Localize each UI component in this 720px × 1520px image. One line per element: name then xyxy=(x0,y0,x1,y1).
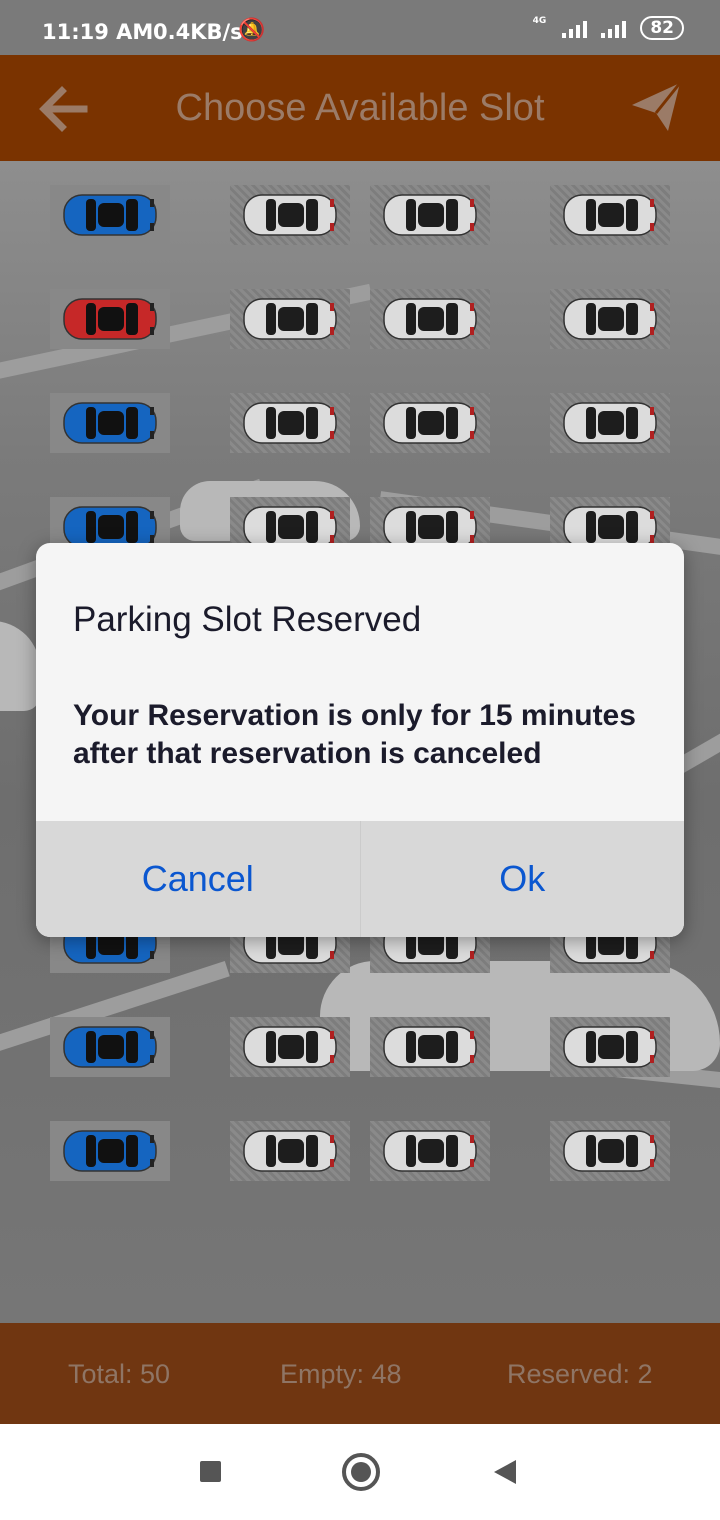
car-icon xyxy=(383,298,477,340)
send-icon[interactable] xyxy=(628,79,684,135)
slot-summary: Total: 50 Empty: 48 Reserved: 2 xyxy=(0,1323,720,1424)
signal-icon xyxy=(562,18,588,38)
car-icon xyxy=(383,402,477,444)
parking-slot[interactable] xyxy=(370,1017,490,1077)
parking-slot[interactable] xyxy=(550,185,670,245)
parking-slot[interactable] xyxy=(550,1121,670,1181)
parking-slot[interactable] xyxy=(230,393,350,453)
parking-slot[interactable] xyxy=(550,393,670,453)
parking-slot[interactable] xyxy=(50,393,170,453)
dialog-title: Parking Slot Reserved xyxy=(73,600,422,639)
square-icon[interactable] xyxy=(200,1461,221,1482)
parking-slot[interactable] xyxy=(50,1017,170,1077)
car-icon xyxy=(563,402,657,444)
network-type: 4G xyxy=(532,16,547,26)
car-icon xyxy=(563,1026,657,1068)
empty-count: Empty: 48 xyxy=(280,1359,402,1389)
parking-slot[interactable] xyxy=(370,393,490,453)
car-icon xyxy=(383,194,477,236)
dialog-message: Your Reservation is only for 15 minutes … xyxy=(73,699,636,770)
parking-slot[interactable] xyxy=(370,185,490,245)
app-bar: Choose Available Slot xyxy=(0,55,720,161)
parking-slot[interactable] xyxy=(50,1121,170,1181)
ok-button[interactable]: Ok xyxy=(360,821,684,937)
parking-slot[interactable] xyxy=(230,1017,350,1077)
car-icon xyxy=(563,1130,657,1172)
car-icon xyxy=(383,1026,477,1068)
car-icon xyxy=(243,1130,337,1172)
system-nav-bar xyxy=(0,1424,720,1520)
car-icon xyxy=(243,402,337,444)
status-time: 11:19 AM xyxy=(42,20,154,44)
parking-slot[interactable] xyxy=(370,1121,490,1181)
status-bar: 11:19 AM 0.4KB/s 🔕 4G 82 xyxy=(0,0,720,55)
parking-slot[interactable] xyxy=(230,185,350,245)
cancel-button[interactable]: Cancel xyxy=(36,821,360,937)
parking-slot[interactable] xyxy=(370,289,490,349)
car-icon xyxy=(63,298,157,340)
triangle-back-icon[interactable] xyxy=(494,1460,516,1484)
car-icon xyxy=(63,1026,157,1068)
car-icon xyxy=(243,298,337,340)
parking-slot[interactable] xyxy=(50,289,170,349)
background-car xyxy=(0,621,40,711)
reserved-count: Reserved: 2 xyxy=(507,1359,653,1389)
car-icon xyxy=(63,402,157,444)
parking-slot[interactable] xyxy=(550,289,670,349)
status-indicators: 4G 82 xyxy=(533,16,684,40)
total-count: Total: 50 xyxy=(68,1359,171,1389)
car-icon xyxy=(243,1026,337,1068)
car-icon xyxy=(563,298,657,340)
parking-slot[interactable] xyxy=(550,1017,670,1077)
page-title: Choose Available Slot xyxy=(175,87,545,129)
parking-slot[interactable] xyxy=(230,1121,350,1181)
parking-slot[interactable] xyxy=(230,289,350,349)
car-icon xyxy=(563,194,657,236)
battery-icon: 82 xyxy=(640,16,684,40)
reservation-dialog: Parking Slot Reserved Your Reservation i… xyxy=(36,543,684,937)
car-icon xyxy=(383,1130,477,1172)
signal-icon xyxy=(601,18,627,38)
bell-off-icon: 🔕 xyxy=(238,18,266,43)
status-speed: 0.4KB/s xyxy=(153,20,243,44)
dialog-actions: Cancel Ok xyxy=(36,821,684,937)
parking-slot[interactable] xyxy=(50,185,170,245)
car-icon xyxy=(243,194,337,236)
car-icon xyxy=(63,194,157,236)
circle-icon[interactable] xyxy=(342,1453,380,1491)
car-icon xyxy=(63,1130,157,1172)
